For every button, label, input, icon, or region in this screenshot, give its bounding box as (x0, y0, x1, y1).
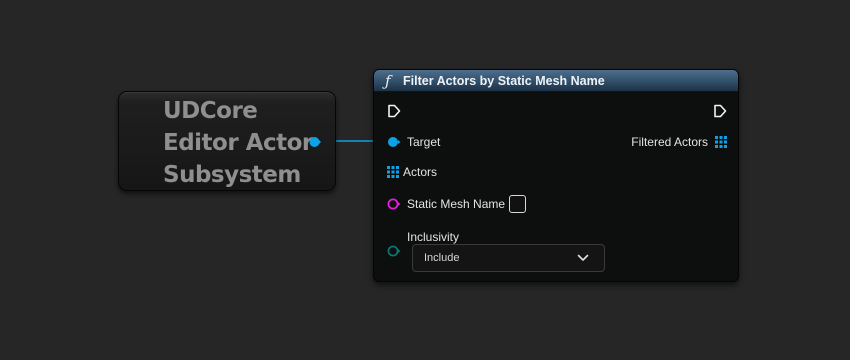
actors-pin-label: Actors (403, 165, 438, 179)
function-node-header[interactable]: ƒ Filter Actors by Static Mesh Name (374, 70, 738, 92)
subsystem-title-line-1: UDCore (163, 98, 258, 124)
function-f-icon: ƒ (385, 72, 391, 90)
static-mesh-name-input[interactable] (509, 195, 526, 213)
static-mesh-name-label: Static Mesh Name (407, 197, 506, 211)
filtered-actors-array-pin[interactable] (715, 136, 727, 148)
subsystem-output-pin[interactable] (309, 136, 321, 148)
inclusivity-selected-value: Include (424, 252, 460, 264)
target-pin-label: Target (407, 135, 441, 149)
static-mesh-name-pin[interactable] (387, 198, 401, 210)
inclusivity-dropdown[interactable]: Include (412, 244, 605, 272)
inclusivity-enum-pin[interactable] (387, 245, 401, 257)
subsystem-title-line-3: Subsystem (163, 162, 301, 188)
target-input-pin[interactable] (387, 136, 401, 148)
subsystem-node-title: UDCore Editor Actor Subsystem (163, 95, 313, 191)
subsystem-title-line-2: Editor Actor (163, 130, 313, 156)
function-node-title: Filter Actors by Static Mesh Name (403, 74, 605, 88)
actors-array-pin[interactable] (387, 166, 399, 178)
filter-actors-function-node[interactable]: ƒ Filter Actors by Static Mesh Name Targ… (373, 69, 739, 282)
subsystem-node[interactable]: UDCore Editor Actor Subsystem (118, 91, 336, 191)
exec-output-pin[interactable] (713, 104, 727, 118)
chevron-down-icon (577, 254, 589, 261)
inclusivity-label: Inclusivity (407, 230, 460, 244)
exec-input-pin[interactable] (387, 104, 401, 118)
filtered-actors-pin-label: Filtered Actors (631, 135, 708, 149)
